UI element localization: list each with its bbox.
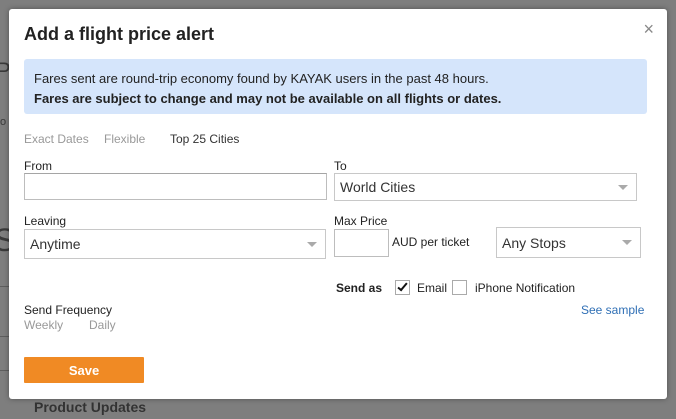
- chevron-down-icon: [622, 240, 632, 245]
- info-notice: Fares sent are round-trip economy found …: [24, 59, 647, 114]
- email-checkbox-label: Email: [417, 281, 448, 295]
- tab-top-25-cities[interactable]: Top 25 Cities: [170, 132, 239, 146]
- background-text: o: [0, 116, 7, 128]
- leaving-label: Leaving: [24, 214, 67, 228]
- max-price-input[interactable]: [334, 229, 389, 257]
- leaving-select[interactable]: Anytime: [24, 229, 326, 259]
- email-checkbox[interactable]: [395, 280, 410, 295]
- tab-flexible[interactable]: Flexible: [104, 132, 145, 146]
- leaving-select-value: Anytime: [30, 236, 81, 252]
- info-line-bold: Fares are subject to change and may not …: [34, 91, 502, 106]
- stops-select-value: Any Stops: [502, 235, 566, 251]
- iphone-notification-label: iPhone Notification: [475, 281, 576, 295]
- to-select[interactable]: World Cities: [334, 173, 637, 201]
- frequency-option-weekly[interactable]: Weekly: [24, 318, 63, 332]
- price-unit-label: AUD per ticket: [392, 235, 470, 249]
- chevron-down-icon: [307, 242, 317, 247]
- from-input[interactable]: [24, 173, 327, 200]
- see-sample-link[interactable]: See sample: [581, 303, 644, 317]
- stops-select[interactable]: Any Stops: [496, 227, 641, 258]
- to-select-value: World Cities: [340, 179, 416, 195]
- price-alert-dialog: Add a flight price alert × Fares sent ar…: [9, 9, 667, 399]
- save-button[interactable]: Save: [24, 357, 144, 383]
- iphone-notification-checkbox[interactable]: [452, 280, 467, 295]
- max-price-label: Max Price: [334, 214, 388, 228]
- dialog-title: Add a flight price alert: [24, 24, 215, 44]
- checkmark-icon: [397, 280, 408, 292]
- info-line: Fares sent are round-trip economy found …: [34, 71, 489, 86]
- send-as-label: Send as: [336, 281, 383, 295]
- background-footer-heading: Product Updates: [34, 399, 147, 415]
- close-icon[interactable]: ×: [643, 20, 654, 38]
- tab-exact-dates[interactable]: Exact Dates: [24, 132, 89, 146]
- to-label: To: [334, 159, 347, 173]
- chevron-down-icon: [618, 185, 628, 190]
- frequency-option-daily[interactable]: Daily: [89, 318, 116, 332]
- from-label: From: [24, 159, 52, 173]
- send-frequency-label: Send Frequency: [24, 303, 113, 317]
